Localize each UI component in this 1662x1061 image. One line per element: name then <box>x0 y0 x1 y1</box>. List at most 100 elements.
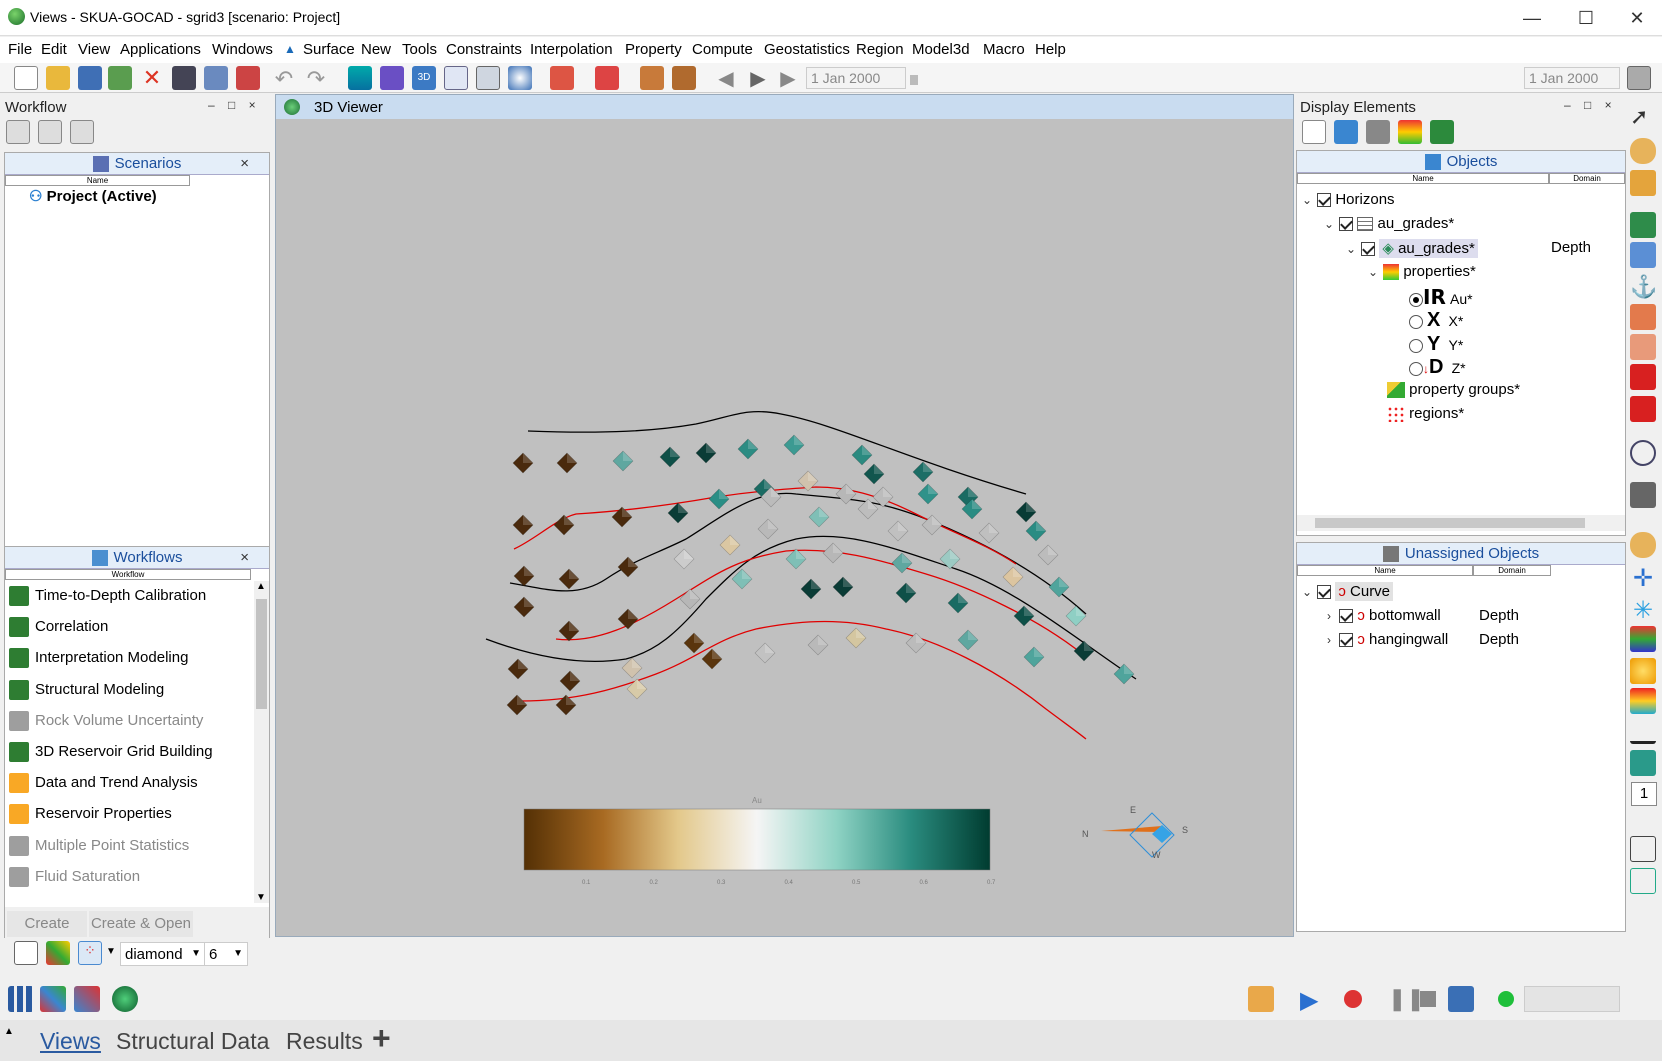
list-view-icon[interactable] <box>1302 120 1326 144</box>
network-icon[interactable] <box>204 66 228 90</box>
new-file-icon[interactable] <box>14 66 38 90</box>
stop-icon[interactable] <box>1420 991 1436 1007</box>
menu-view[interactable]: View <box>78 41 110 58</box>
add-tab-button[interactable]: + <box>372 1020 391 1057</box>
ruler-icon[interactable] <box>1630 170 1656 196</box>
star-axis-icon[interactable]: ✳ <box>1630 596 1656 624</box>
minimize-button[interactable]: — <box>1512 6 1552 30</box>
date-left-select[interactable]: 1 Jan 2000 <box>806 67 906 89</box>
objects-hscrollbar[interactable] <box>1297 515 1625 531</box>
open-folder-icon[interactable] <box>46 66 70 90</box>
tab-results[interactable]: Results <box>286 1028 363 1055</box>
tree-property-groups[interactable]: property groups* <box>1387 381 1520 399</box>
scenarios-tab[interactable]: Scenarios × <box>5 153 269 175</box>
tree-prop-y[interactable]: Y Y* <box>1409 333 1463 356</box>
workflow-item[interactable]: Multiple Point Statistics <box>9 831 189 861</box>
tab-structural-data[interactable]: Structural Data <box>116 1028 269 1055</box>
undo-icon[interactable]: ↶ <box>272 66 296 91</box>
delete-icon[interactable]: ✕ <box>140 66 164 90</box>
workflows-tab[interactable]: Workflows × <box>5 547 269 569</box>
spreadsheet-icon[interactable] <box>476 66 500 90</box>
maximize-button[interactable]: ☐ <box>1566 6 1606 30</box>
box-icon[interactable] <box>1630 750 1656 776</box>
menu-property[interactable]: Property <box>625 41 682 58</box>
create-open-button[interactable]: Create & Open <box>89 911 193 937</box>
menu-surface[interactable]: Surface <box>303 41 355 58</box>
symbol-type-select[interactable]: diamond ▼ <box>120 942 206 966</box>
workflow-item[interactable]: Time-to-Depth Calibration <box>9 581 206 611</box>
create-button[interactable]: Create <box>7 911 87 937</box>
tab-views[interactable]: Views <box>40 1028 101 1055</box>
run-macro-icon[interactable]: ▶ <box>1300 986 1318 1015</box>
select-arrow-icon[interactable]: ➚ <box>1630 104 1656 130</box>
menu-constraints[interactable]: Constraints <box>446 41 522 58</box>
viewer-3d-icon[interactable]: 3D <box>412 66 436 90</box>
menu-applications[interactable]: Applications <box>120 41 201 58</box>
zoom-icon[interactable] <box>1630 242 1656 268</box>
task-runner-icon[interactable] <box>1248 986 1274 1012</box>
light-bulb-icon[interactable] <box>1630 658 1656 684</box>
step-forward-icon[interactable]: ▶ <box>776 66 800 90</box>
display-elements-controls[interactable]: – □ × <box>1564 98 1612 112</box>
switch-icon[interactable] <box>74 986 100 1012</box>
workflow-item[interactable]: Reservoir Properties <box>9 799 172 829</box>
red-box-icon[interactable] <box>1630 364 1656 390</box>
shapes-icon[interactable] <box>40 986 66 1012</box>
scale-bar-icon[interactable] <box>1630 718 1656 744</box>
histogram-icon[interactable] <box>348 66 372 90</box>
axis-icon[interactable]: ✛ <box>1630 564 1656 592</box>
color-map-icon[interactable] <box>1630 688 1656 714</box>
home-view-alt-icon[interactable] <box>1630 334 1656 360</box>
workflow-scrollbar[interactable]: ▲ ▼ <box>254 581 269 903</box>
color-points-icon[interactable] <box>46 941 70 965</box>
home-icon[interactable] <box>70 120 94 144</box>
menu-region[interactable]: Region <box>856 41 904 58</box>
menu-model3d[interactable]: Model3d <box>912 41 970 58</box>
workflow-item[interactable]: Data and Trend Analysis <box>9 768 198 798</box>
save-icon[interactable] <box>78 66 102 90</box>
page-icon[interactable] <box>6 120 30 144</box>
close-button[interactable]: ✕ <box>1617 6 1657 30</box>
anchor-icon[interactable]: ⚓ <box>1630 274 1657 300</box>
tree-prop-z[interactable]: ↓D Z* <box>1409 356 1466 379</box>
binoculars-icon[interactable] <box>172 66 196 90</box>
edit-icon[interactable] <box>236 66 260 90</box>
properties-view-icon[interactable] <box>1398 120 1422 144</box>
play-icon[interactable]: ▶ <box>746 66 770 90</box>
workflow-item[interactable]: 3D Reservoir Grid Building <box>9 737 213 767</box>
export-icon[interactable] <box>108 66 132 90</box>
plot-icon[interactable] <box>444 66 468 90</box>
workflow-item[interactable]: Structural Modeling <box>9 675 164 705</box>
menu-macro[interactable]: Macro <box>983 41 1025 58</box>
menu-interpolation[interactable]: Interpolation <box>530 41 613 58</box>
record-icon[interactable] <box>1344 990 1362 1008</box>
wells-icon[interactable] <box>550 66 574 90</box>
menu-windows[interactable]: Windows <box>212 41 273 58</box>
menu-geostatistics[interactable]: Geostatistics <box>764 41 850 58</box>
workflow-item[interactable]: Interpretation Modeling <box>9 643 188 673</box>
timeline-icon[interactable] <box>1627 66 1651 90</box>
tree-bottomwall[interactable]: › ↄ bottomwall <box>1323 607 1441 624</box>
tree-prop-x[interactable]: X X* <box>1409 309 1463 332</box>
symbol-size-select[interactable]: 6 ▼ <box>204 942 248 966</box>
tab-bar-collapse-icon[interactable]: ▲ <box>4 1026 14 1037</box>
objects-view-icon[interactable] <box>1334 120 1358 144</box>
pages-icon[interactable] <box>38 120 62 144</box>
workflow-item[interactable]: Fluid Saturation <box>9 862 140 892</box>
home-view-icon[interactable] <box>1630 304 1656 330</box>
project-item[interactable]: ⚇ Project (Active) <box>29 187 157 205</box>
unassigned-tab[interactable]: Unassigned Objects <box>1297 543 1625 565</box>
tree-curve[interactable]: ⌄ ↄ Curve <box>1301 582 1394 601</box>
workflow-panel-controls[interactable]: – □ × <box>208 98 256 112</box>
wire-cube-icon[interactable] <box>1630 836 1656 862</box>
tree-hangingwall[interactable]: › ↄ hangingwall <box>1323 631 1448 648</box>
tree-prop-au[interactable]: IR Au* <box>1409 285 1473 309</box>
tree-au-grades-pointset[interactable]: ⌄ ◈ au_grades* <box>1345 239 1478 258</box>
select-points-icon[interactable] <box>14 941 38 965</box>
workflow-item[interactable]: Rock Volume Uncertainty <box>9 706 203 736</box>
redo-icon[interactable]: ↷ <box>304 66 328 91</box>
radar-icon[interactable] <box>112 986 138 1012</box>
fit-view-icon[interactable] <box>1630 212 1656 238</box>
menu-tools[interactable]: Tools <box>402 41 437 58</box>
time-slider-handle[interactable] <box>910 75 918 85</box>
